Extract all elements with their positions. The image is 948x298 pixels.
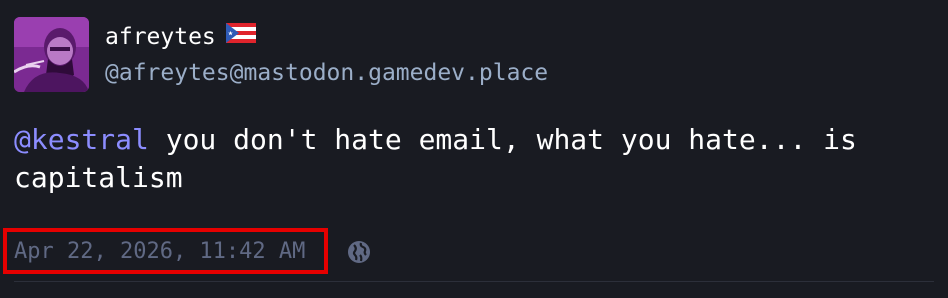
avatar[interactable]	[14, 17, 89, 92]
avatar-image	[14, 17, 89, 92]
display-name[interactable]: afreytes	[105, 22, 256, 52]
status-meta: Apr 22, 2026, 11:42 AM ·	[14, 236, 371, 268]
status-content: @kestral you don't hate email, what you …	[14, 121, 924, 197]
display-name-text: afreytes	[105, 24, 216, 50]
status-timestamp-link[interactable]: Apr 22, 2026, 11:42 AM	[14, 236, 305, 268]
account-handle[interactable]: @afreytes@mastodon.gamedev.place	[105, 58, 548, 88]
globe-icon[interactable]	[347, 240, 371, 264]
status-card: afreytes @afreytes@mastodon.gamedev.plac…	[0, 0, 948, 298]
divider	[14, 281, 934, 282]
mention-link[interactable]: @kestral	[14, 123, 149, 156]
puerto-rico-flag-icon	[225, 21, 256, 51]
meta-separator: ·	[319, 239, 333, 265]
